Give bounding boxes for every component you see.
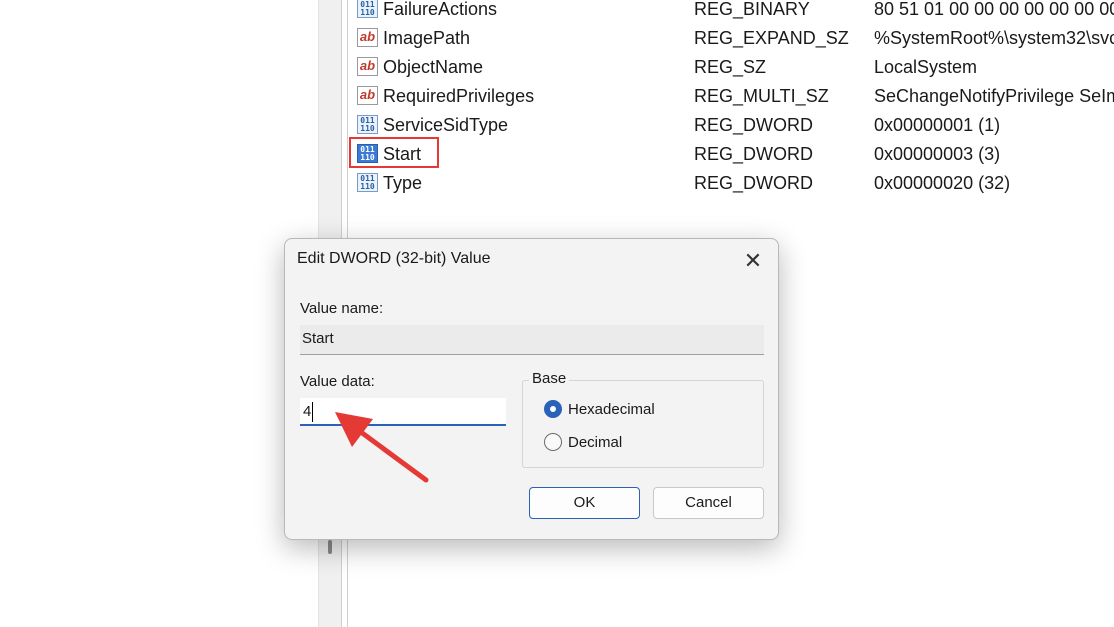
base-group-label: Base: [529, 370, 570, 387]
value-data: SeChangeNotifyPrivilege SeIm: [874, 86, 1114, 106]
value-data: 0x00000003 (3): [874, 144, 1001, 164]
radio-selected-icon[interactable]: [544, 400, 562, 418]
value-name-label: Value name:: [300, 300, 384, 317]
base-group: Base Hexadecimal Decimal: [522, 370, 764, 468]
ok-button[interactable]: OK: [529, 487, 640, 519]
dialog-title: Edit DWORD (32-bit) Value: [297, 250, 491, 267]
value-row-requiredprivileges[interactable]: ab RequiredPrivileges REG_MULTI_SZ SeCha…: [352, 83, 1114, 109]
value-data-label: Value data:: [300, 373, 375, 390]
value-row-failureactions[interactable]: 011 110 FailureActions REG_BINARY 80 51 0…: [352, 0, 1114, 22]
radio-hexadecimal-label: Hexadecimal: [568, 401, 655, 418]
value-type: REG_DWORD: [694, 144, 814, 164]
value-type: REG_MULTI_SZ: [694, 86, 829, 106]
value-data: 0x00000020 (32): [874, 173, 1011, 193]
value-data: 80 51 01 00 00 00 00 00 00 00: [874, 0, 1114, 19]
edit-dword-dialog: Edit DWORD (32-bit) Value ✕ Value name: …: [284, 238, 779, 540]
value-name: RequiredPrivileges: [383, 86, 535, 106]
value-data: LocalSystem: [874, 57, 978, 77]
value-row-servicesidtype[interactable]: 011 110 ServiceSidType REG_DWORD 0x000000…: [352, 112, 1114, 138]
value-name-field: Start: [300, 325, 764, 355]
value-data: 0x00000001 (1): [874, 115, 1001, 135]
value-type: REG_BINARY: [694, 0, 810, 19]
value-type: REG_SZ: [694, 57, 767, 77]
binary-value-icon: 011 110: [357, 0, 378, 18]
start-highlight-annotation: [349, 137, 439, 168]
value-name: ImagePath: [383, 28, 471, 48]
radio-unselected-icon[interactable]: [544, 433, 562, 451]
value-name: ObjectName: [383, 57, 484, 77]
binary-value-icon: 011 110: [357, 173, 378, 192]
value-row-type[interactable]: 011 110 Type REG_DWORD 0x00000020 (32): [352, 170, 1114, 196]
value-type: REG_DWORD: [694, 115, 814, 135]
string-value-icon: ab: [357, 86, 378, 105]
value-row-objectname[interactable]: ab ObjectName REG_SZ LocalSystem: [352, 54, 1114, 80]
string-value-icon: ab: [357, 57, 378, 76]
value-name: ServiceSidType: [383, 115, 509, 135]
value-data-input[interactable]: [300, 398, 506, 426]
close-icon[interactable]: ✕: [733, 245, 773, 277]
value-name: Type: [383, 173, 423, 193]
radio-decimal-label: Decimal: [568, 434, 623, 451]
value-row-start[interactable]: 011 110 Start REG_DWORD 0x00000003 (3): [352, 141, 1114, 167]
binary-value-icon: 011 110: [357, 115, 378, 134]
tree-scrollbar-thumb[interactable]: [328, 540, 332, 554]
value-type: REG_EXPAND_SZ: [694, 28, 849, 48]
value-name: FailureActions: [383, 0, 498, 19]
key-tree-pane: [0, 0, 318, 627]
text-caret: [312, 402, 313, 422]
value-data: %SystemRoot%\system32\svc: [874, 28, 1114, 48]
cancel-button[interactable]: Cancel: [653, 487, 764, 519]
string-value-icon: ab: [357, 28, 378, 47]
value-row-imagepath[interactable]: ab ImagePath REG_EXPAND_SZ %SystemRoot%\…: [352, 25, 1114, 51]
value-type: REG_DWORD: [694, 173, 814, 193]
